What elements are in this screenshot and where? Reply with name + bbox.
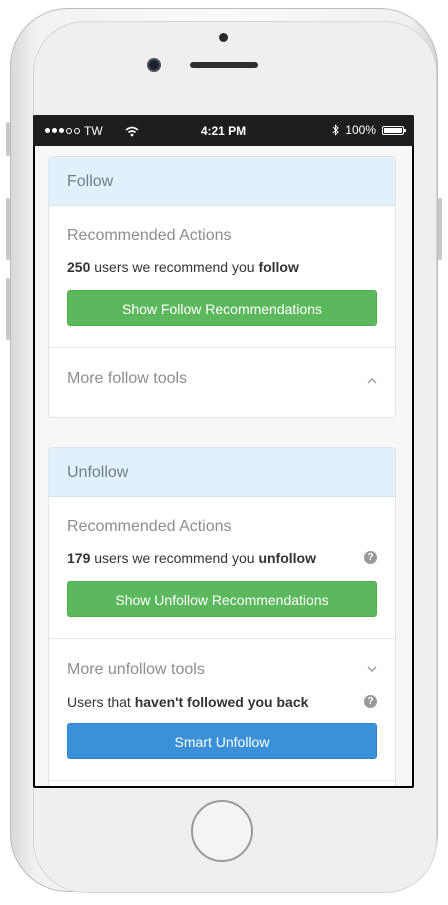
follow-recommended-title: Recommended Actions [67, 227, 232, 244]
more-follow-tools-label: More follow tools [67, 370, 188, 387]
bluetooth-icon [332, 124, 340, 136]
more-unfollow-tools-label: More unfollow tools [67, 661, 205, 678]
home-button[interactable] [191, 800, 253, 862]
volume-down-button [6, 278, 10, 340]
question-circle-icon[interactable]: ? [364, 695, 377, 708]
follow-panel: Follow Recommended Actions 250 users we … [48, 156, 396, 418]
unfollow-panel-header: Unfollow [49, 448, 395, 497]
unfollow-recommended-section: Recommended Actions 179 users we recomme… [49, 497, 395, 637]
show-unfollow-recommendations-button[interactable]: Show Unfollow Recommendations [67, 581, 377, 617]
phone-screen: TW 4:21 PM 100% Follow Recommended Actio… [33, 115, 414, 788]
follow-recommend-text: 250 users we recommend you follow [67, 259, 299, 275]
status-bar: TW 4:21 PM 100% [33, 115, 414, 146]
status-right: 100% [332, 123, 406, 137]
divider [49, 780, 395, 781]
question-circle-icon[interactable]: ? [364, 551, 377, 564]
chevron-down-icon [367, 666, 377, 672]
not-following-bold: haven't followed you back [134, 694, 309, 710]
follow-text: users we recommend you [94, 259, 255, 275]
app-content: Follow Recommended Actions 250 users we … [35, 146, 412, 786]
chevron-up-icon [367, 378, 377, 384]
earpiece-speaker [190, 62, 258, 68]
smart-unfollow-button[interactable]: Smart Unfollow [67, 723, 377, 759]
battery-percent: 100% [345, 123, 376, 137]
follow-count: 250 [67, 259, 91, 275]
unfollow-count: 179 [67, 550, 91, 566]
front-camera [147, 58, 161, 72]
not-following-back-text: Users that haven't followed you back [67, 694, 308, 710]
unfollow-text: users we recommend you [94, 550, 255, 566]
follow-action-word: follow [258, 259, 299, 275]
follow-recommended-section: Recommended Actions 250 users we recomme… [49, 206, 395, 346]
unfollow-panel: Unfollow Recommended Actions 179 users w… [48, 447, 396, 786]
unfollow-recommend-text: 179 users we recommend you unfollow [67, 550, 316, 566]
unfollow-action-word: unfollow [258, 550, 316, 566]
follow-panel-header: Follow [49, 157, 395, 206]
unfollow-recommended-title: Recommended Actions [67, 518, 232, 535]
more-unfollow-tools-toggle[interactable]: More unfollow tools [49, 639, 395, 679]
mute-switch [6, 122, 10, 156]
proximity-sensor [219, 33, 228, 42]
not-following-prefix: Users that [67, 694, 131, 710]
power-button [438, 198, 442, 260]
more-follow-tools-toggle[interactable]: More follow tools [49, 348, 395, 418]
volume-up-button [6, 198, 10, 260]
battery-icon [382, 125, 406, 135]
show-follow-recommendations-button[interactable]: Show Follow Recommendations [67, 290, 377, 326]
